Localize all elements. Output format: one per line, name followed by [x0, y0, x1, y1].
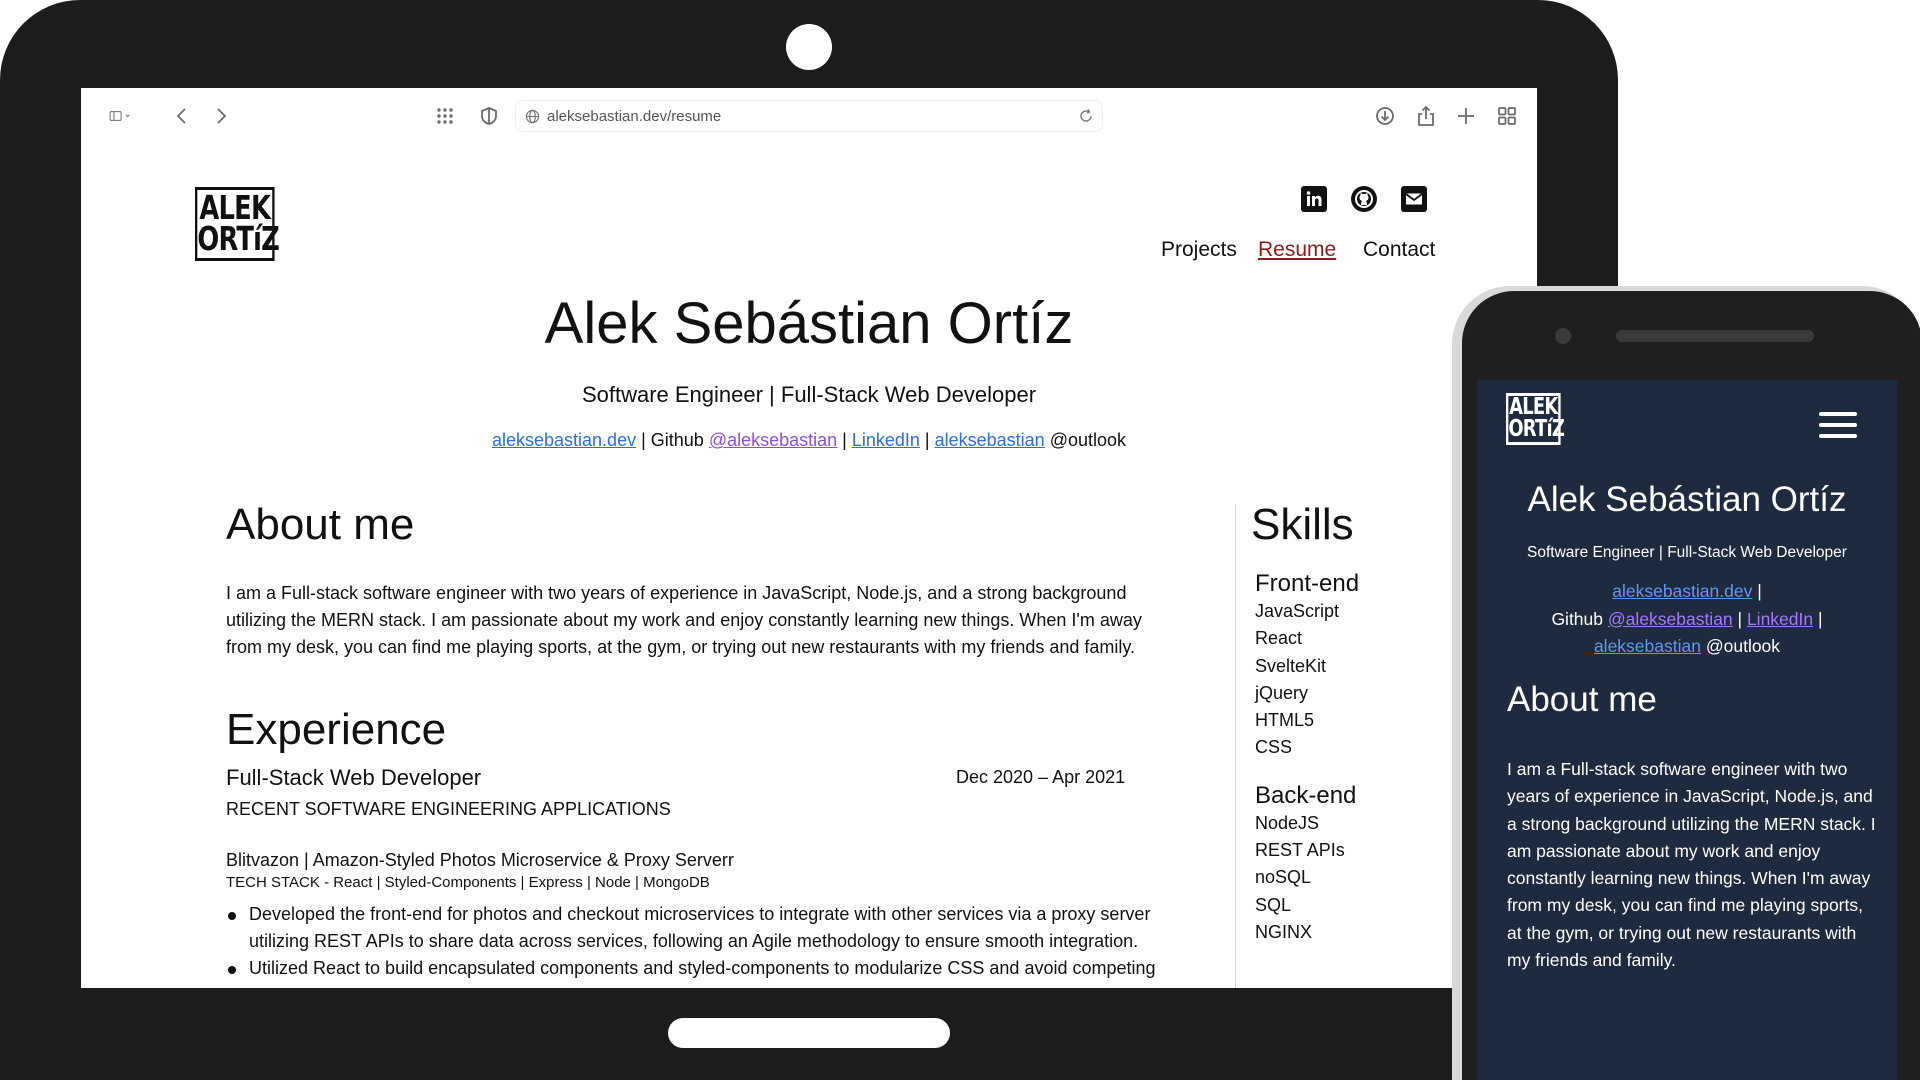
about-title: About me: [226, 500, 415, 549]
separator: |: [837, 430, 852, 450]
experience-dates: Dec 2020 – Apr 2021: [956, 767, 1126, 787]
mobile-page-title: Alek Sebástian Ortíz: [1527, 480, 1847, 519]
email-icon[interactable]: [1401, 186, 1427, 212]
page-subtitle: Software Engineer | Full-Stack Web Devel…: [581, 382, 1037, 407]
email-suffix: @outlook: [1700, 636, 1781, 656]
hamburger-menu-icon[interactable]: [1819, 412, 1857, 438]
address-bar[interactable]: aleksebastian.dev/resume: [515, 100, 1103, 132]
separator: |: [1813, 608, 1823, 629]
mobile-site-logo[interactable]: ALEK ORTíZ: [1506, 393, 1565, 445]
mobile-about-text: I am a Full-stack software engineer with…: [1507, 759, 1876, 971]
website-link[interactable]: aleksebastian.dev: [1612, 581, 1752, 601]
tab-overview-icon[interactable]: [1493, 102, 1521, 130]
experience-category: RECENT SOFTWARE ENGINEERING APPLICATIONS: [226, 799, 671, 819]
front-camera: [786, 24, 832, 70]
phone-speaker: [1616, 330, 1814, 342]
separator: |: [919, 430, 935, 450]
email-link[interactable]: aleksebastian: [935, 430, 1045, 450]
nav-contact[interactable]: Contact: [1363, 238, 1435, 262]
share-icon[interactable]: [1412, 102, 1440, 130]
phone-camera: [1555, 328, 1571, 344]
github-link[interactable]: @aleksebastian: [1608, 609, 1733, 629]
about-text: I am a Full-stack software engineer with…: [226, 583, 1142, 657]
forward-icon[interactable]: [207, 102, 235, 130]
experience-header: Full-Stack Web Developer Dec 2020 – Apr …: [226, 765, 1156, 795]
logo-line-2: ORTíZ: [1508, 415, 1565, 442]
resume-page: ALEK ORTíZ Projects Resume Contact Alek …: [81, 144, 1537, 988]
linkedin-link[interactable]: LinkedIn: [1747, 609, 1813, 629]
page-title: Alek Sebástian Ortíz: [544, 291, 1074, 356]
nav-resume[interactable]: Resume: [1258, 238, 1336, 262]
mobile-contact-links: aleksebastian.dev | Github @aleksebastia…: [1507, 578, 1867, 661]
privacy-shield-icon[interactable]: [475, 102, 503, 130]
grid-apps-icon[interactable]: [431, 102, 459, 130]
new-tab-icon[interactable]: [1452, 102, 1480, 130]
project-name: Blitvazon | Amazon-Styled Photos Microse…: [226, 850, 734, 870]
website-link[interactable]: aleksebastian.dev: [492, 430, 636, 450]
mobile-page-subtitle: Software Engineer | Full-Stack Web Devel…: [1527, 544, 1847, 561]
back-icon[interactable]: [168, 102, 196, 130]
email-suffix: @outlook: [1044, 430, 1127, 450]
resume-main-column: About me I am a Full-stack software engi…: [226, 500, 1156, 982]
linkedin-link[interactable]: LinkedIn: [852, 430, 920, 450]
github-link[interactable]: @aleksebastian: [709, 430, 837, 450]
column-divider: [1235, 504, 1236, 988]
list-item: Developed the front-end for photos and c…: [226, 901, 1156, 955]
sidebar-toggle-icon[interactable]: [100, 102, 140, 130]
home-button: [668, 1018, 950, 1048]
tablet-device-frame: aleksebastian.dev/resume ALEK ORTíZ Proj…: [0, 0, 1618, 1080]
site-logo[interactable]: ALEK ORTíZ: [195, 187, 280, 261]
email-link[interactable]: aleksebastian: [1594, 636, 1701, 656]
list-item: Utilized React to build encapsulated com…: [226, 955, 1156, 982]
contact-links: aleksebastian.dev | Github @aleksebastia…: [81, 430, 1537, 451]
experience-role: Full-Stack Web Developer: [226, 765, 482, 790]
url-text: aleksebastian.dev/resume: [547, 107, 722, 125]
linkedin-icon[interactable]: [1301, 186, 1327, 212]
nav-projects[interactable]: Projects: [1161, 238, 1237, 262]
reload-icon[interactable]: [1078, 108, 1094, 124]
download-icon[interactable]: [1371, 102, 1399, 130]
github-icon[interactable]: [1351, 186, 1377, 212]
mobile-about-title: About me: [1507, 680, 1657, 719]
experience-title: Experience: [226, 705, 447, 754]
phone-device-frame: ALEK ORTíZ Alek Sebástian Ortíz Software…: [1452, 286, 1920, 1080]
logo-line-2: ORTíZ: [197, 219, 280, 259]
tablet-screen: aleksebastian.dev/resume ALEK ORTíZ Proj…: [81, 88, 1537, 988]
github-prefix: | Github: [636, 430, 709, 450]
phone-screen: ALEK ORTíZ Alek Sebástian Ortíz Software…: [1477, 380, 1897, 1080]
github-prefix: Github: [1551, 608, 1608, 629]
separator: |: [1752, 581, 1762, 601]
project-tech-stack: TECH STACK - React | Styled-Components |…: [226, 874, 710, 891]
browser-toolbar: aleksebastian.dev/resume: [81, 88, 1537, 144]
project-bullets: Developed the front-end for photos and c…: [226, 901, 1156, 982]
separator: |: [1732, 608, 1747, 629]
globe-icon: [525, 109, 540, 124]
